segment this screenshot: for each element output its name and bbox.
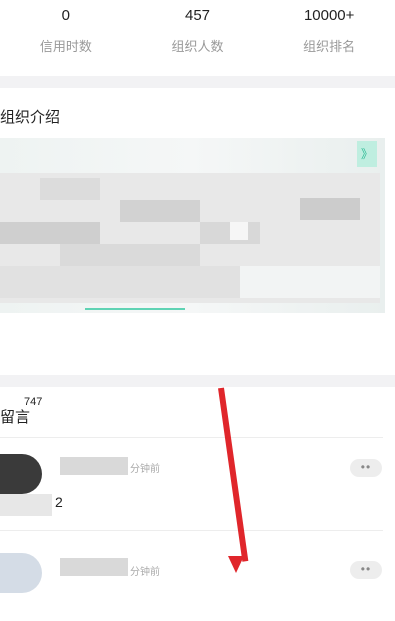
stat-label: 组织排名 [303, 39, 356, 54]
comment-time: 分钟前 [130, 464, 160, 475]
stat-value: 10000+ [303, 7, 355, 24]
comment-item: 分钟前 •• 2 [0, 438, 395, 528]
blurred-content [300, 198, 360, 220]
section-divider [0, 375, 395, 387]
more-options-button[interactable]: •• [350, 459, 382, 477]
accent-line [85, 308, 185, 310]
stat-label: 组织人数 [171, 39, 224, 54]
avatar[interactable] [0, 553, 42, 593]
blurred-content [240, 266, 380, 298]
username[interactable] [60, 457, 128, 475]
blurred-content [60, 244, 200, 266]
stat-credit-hours[interactable]: 0 信用时数 [0, 0, 132, 76]
blurred-content [0, 222, 100, 244]
intro-image[interactable] [0, 138, 385, 313]
stat-value: 0 [61, 7, 70, 24]
comments-count: 747 [24, 396, 43, 408]
blurred-content [0, 266, 240, 298]
blurred-content [40, 178, 100, 200]
comment-item: 分钟前 •• [0, 531, 395, 621]
blurred-content [120, 200, 200, 222]
comment-time: 分钟前 [130, 567, 160, 578]
comment-text: 2 [55, 494, 63, 510]
intro-title: 组织介绍 [0, 109, 61, 126]
username[interactable] [60, 558, 128, 576]
stat-label: 信用时数 [39, 39, 92, 54]
blurred-content [0, 494, 52, 516]
avatar[interactable] [0, 454, 42, 494]
corner-tag: 》 [357, 141, 377, 167]
more-options-button[interactable]: •• [350, 561, 382, 579]
comments-title: 留言 [0, 409, 31, 426]
stat-value: 457 [184, 7, 211, 24]
blurred-content [230, 222, 248, 240]
stats-row: 0 信用时数 457 组织人数 10000+ 组织排名 [0, 0, 395, 76]
red-arrow-head [228, 556, 244, 573]
stat-ranking[interactable]: 10000+ 组织排名 [263, 0, 395, 76]
stat-members[interactable]: 457 组织人数 [132, 0, 264, 76]
section-divider [0, 76, 395, 88]
